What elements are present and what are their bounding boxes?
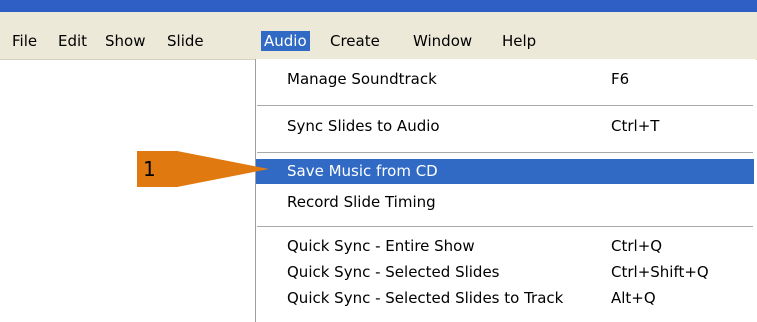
menu-item-label: Manage Soundtrack xyxy=(287,70,437,88)
menu-item-label: Save Music from CD xyxy=(287,162,438,180)
callout-number-badge: 1 xyxy=(137,151,178,187)
menu-bar: File Edit Show Slide Audio Create Window… xyxy=(0,12,757,60)
menu-separator xyxy=(257,152,753,153)
menu-help[interactable]: Help xyxy=(499,31,539,51)
menu-item-label: Quick Sync - Entire Show xyxy=(287,237,475,255)
menu-item-label: Quick Sync - Selected Slides xyxy=(287,263,500,281)
menu-item-shortcut: F6 xyxy=(611,70,630,88)
menu-file[interactable]: File xyxy=(9,31,40,51)
menu-item-shortcut: Alt+Q xyxy=(611,289,656,307)
window-title-strip xyxy=(0,0,757,12)
menu-create[interactable]: Create xyxy=(327,31,383,51)
menu-window[interactable]: Window xyxy=(410,31,475,51)
menu-slide[interactable]: Slide xyxy=(164,31,207,51)
menu-item-quick-sync-selected-slides-to-track[interactable]: Quick Sync - Selected Slides to Track Al… xyxy=(256,286,754,311)
menu-item-save-music-from-cd[interactable]: Save Music from CD xyxy=(256,159,754,184)
menu-item-manage-soundtrack[interactable]: Manage Soundtrack F6 xyxy=(256,67,754,92)
callout-arrow-icon xyxy=(177,151,269,187)
menu-edit[interactable]: Edit xyxy=(55,31,90,51)
menu-item-shortcut: Ctrl+Q xyxy=(611,237,663,255)
menu-item-shortcut: Ctrl+Shift+Q xyxy=(611,263,709,281)
menu-audio[interactable]: Audio xyxy=(261,31,310,51)
menu-separator xyxy=(257,105,753,106)
menu-item-quick-sync-selected-slides[interactable]: Quick Sync - Selected Slides Ctrl+Shift+… xyxy=(256,260,754,285)
menu-item-quick-sync-entire-show[interactable]: Quick Sync - Entire Show Ctrl+Q xyxy=(256,234,754,259)
menu-separator xyxy=(257,226,753,227)
menu-item-label: Record Slide Timing xyxy=(287,193,436,211)
menu-item-record-slide-timing[interactable]: Record Slide Timing xyxy=(256,190,754,215)
menu-item-sync-slides-to-audio[interactable]: Sync Slides to Audio Ctrl+T xyxy=(256,114,754,139)
menu-show[interactable]: Show xyxy=(102,31,148,51)
menu-item-label: Sync Slides to Audio xyxy=(287,117,440,135)
callout-number: 1 xyxy=(143,157,156,181)
menu-item-shortcut: Ctrl+T xyxy=(611,117,660,135)
menu-item-label: Quick Sync - Selected Slides to Track xyxy=(287,289,564,307)
audio-dropdown-menu: Manage Soundtrack F6 Sync Slides to Audi… xyxy=(255,59,756,322)
